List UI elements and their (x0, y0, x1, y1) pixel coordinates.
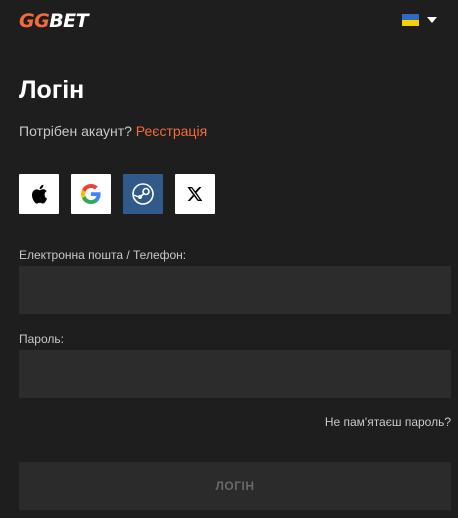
ggbet-logo[interactable]: GG BET (19, 10, 89, 32)
logo-gg: GG (19, 10, 50, 32)
apple-icon (32, 184, 47, 204)
x-login-button[interactable] (175, 174, 215, 214)
language-selector[interactable] (402, 14, 437, 26)
register-link[interactable]: Реєстрація (136, 123, 207, 139)
password-label: Пароль: (19, 332, 64, 346)
email-label: Електронна пошта / Телефон: (19, 248, 187, 262)
header: GG BET (0, 0, 458, 44)
apple-login-button[interactable] (19, 174, 59, 214)
page-title: Логін (19, 76, 85, 104)
chevron-down-icon (427, 17, 437, 23)
login-button[interactable]: ЛОГІН (19, 462, 451, 510)
x-icon (187, 187, 203, 201)
logo-bet: BET (49, 10, 89, 32)
register-prompt-line: Потрібен акаунт? Реєстрація (19, 123, 207, 139)
register-prompt: Потрібен акаунт? (19, 123, 132, 139)
email-field[interactable] (19, 266, 451, 314)
forgot-password-link[interactable]: Не пам'ятаєш пароль? (325, 415, 451, 429)
steam-login-button[interactable] (123, 174, 163, 214)
google-login-button[interactable] (71, 174, 111, 214)
google-icon (81, 184, 101, 204)
password-field[interactable] (19, 350, 451, 398)
ukraine-flag-icon (402, 14, 419, 26)
steam-icon (132, 183, 154, 205)
